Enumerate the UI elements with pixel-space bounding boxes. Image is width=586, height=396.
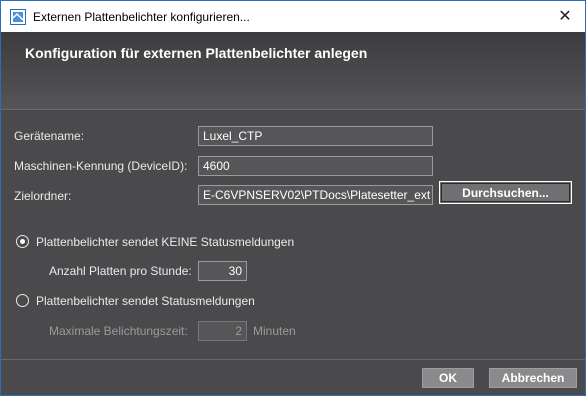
dialog-window: Externen Plattenbelichter konfigurieren.…: [0, 0, 586, 396]
ok-button[interactable]: OK: [422, 368, 474, 388]
target-folder-input[interactable]: E-C6VPNSERV02\PTDocs\Platesetter_ext: [198, 185, 433, 205]
device-name-label: Gerätename:: [14, 129, 85, 143]
close-icon: ✕: [558, 8, 572, 25]
minutes-unit-label: Minuten: [253, 324, 296, 338]
no-status-label[interactable]: Plattenbelichter sendet KEINE Statusmeld…: [36, 235, 294, 249]
max-exposure-input[interactable]: 2: [198, 321, 247, 341]
radio-no-status[interactable]: [16, 235, 29, 248]
browse-button[interactable]: Durchsuchen...: [439, 181, 572, 204]
title-bar: Externen Plattenbelichter konfigurieren.…: [1, 1, 585, 32]
header-title: Konfiguration für externen Plattenbelich…: [25, 45, 368, 61]
footer-divider: [1, 359, 585, 360]
device-id-label: Maschinen-Kennung (DeviceID):: [14, 159, 188, 173]
device-id-input[interactable]: 4600: [198, 156, 433, 176]
device-name-input[interactable]: Luxel_CTP: [198, 126, 433, 146]
dialog-header: Konfiguration für externen Plattenbelich…: [1, 32, 585, 110]
cancel-button[interactable]: Abbrechen: [489, 368, 577, 388]
with-status-label[interactable]: Plattenbelichter sendet Statusmeldungen: [36, 294, 255, 308]
close-button[interactable]: ✕: [555, 6, 575, 26]
target-folder-label: Zielordner:: [14, 189, 72, 203]
plates-per-hour-label: Anzahl Platten pro Stunde:: [49, 264, 192, 278]
plates-per-hour-input[interactable]: 30: [198, 261, 247, 281]
app-icon: [10, 9, 26, 25]
radio-selected-dot: [20, 239, 25, 244]
window-title: Externen Plattenbelichter konfigurieren.…: [33, 10, 250, 24]
max-exposure-label: Maximale Belichtungszeit:: [49, 324, 188, 338]
header-divider: [1, 109, 585, 110]
radio-with-status[interactable]: [16, 294, 29, 307]
